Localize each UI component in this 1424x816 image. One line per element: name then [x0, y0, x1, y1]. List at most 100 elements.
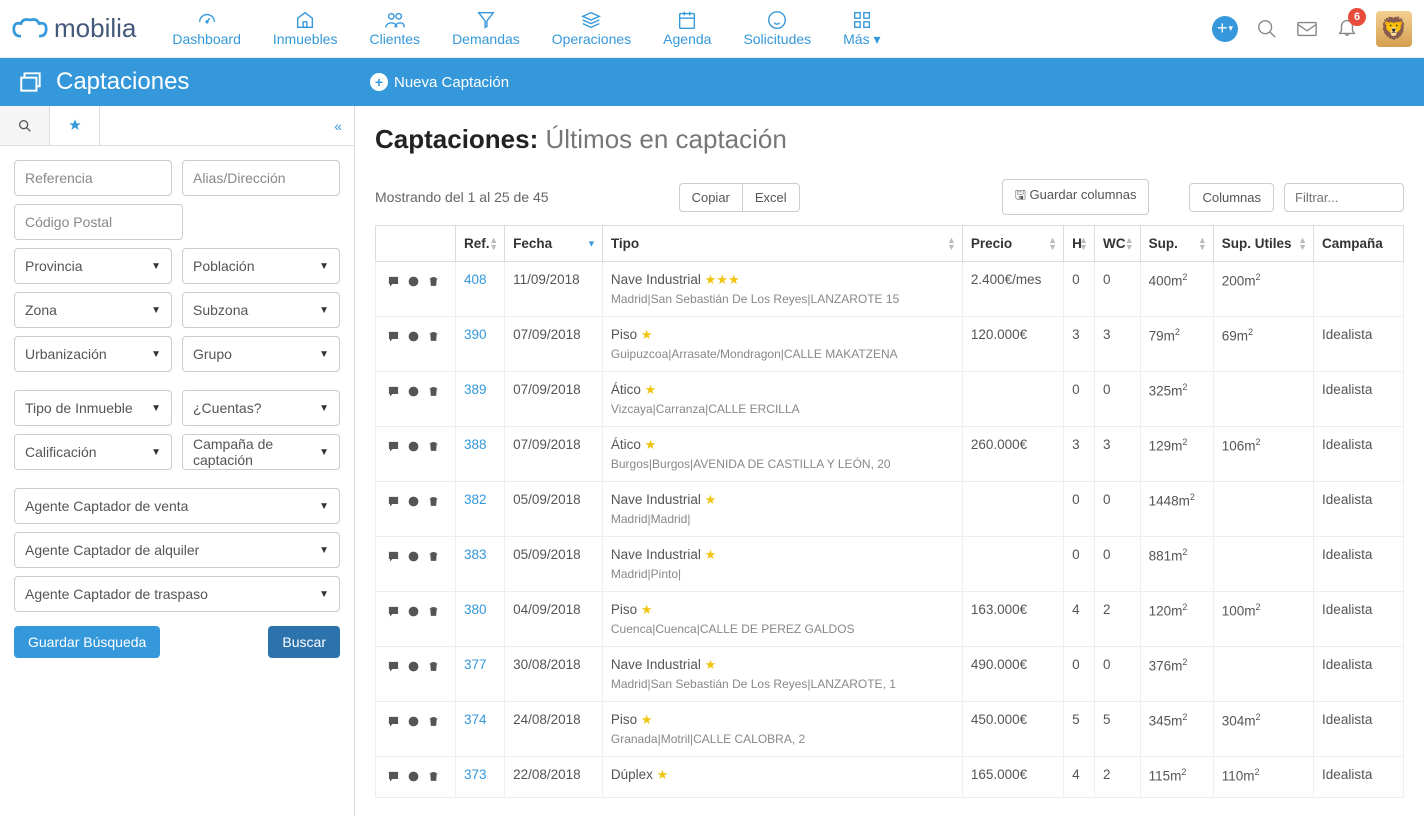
- trash-icon[interactable]: [424, 272, 442, 290]
- tab-search[interactable]: [0, 106, 50, 145]
- trash-icon[interactable]: [424, 602, 442, 620]
- nav-dashboard[interactable]: Dashboard: [156, 3, 257, 54]
- alias-input[interactable]: [182, 160, 340, 196]
- poblacion-select[interactable]: Población▼: [182, 248, 340, 284]
- referencia-input[interactable]: [14, 160, 172, 196]
- provincia-select[interactable]: Provincia▼: [14, 248, 172, 284]
- fecha-cell: 30/08/2018: [505, 647, 603, 702]
- sup-cell: 376m2: [1140, 647, 1213, 702]
- comment-icon[interactable]: [384, 602, 402, 620]
- wc-cell: 0: [1094, 372, 1140, 427]
- notifications[interactable]: 6: [1336, 16, 1358, 41]
- clock-icon[interactable]: [404, 767, 422, 785]
- nav-inmuebles[interactable]: Inmuebles: [257, 3, 354, 54]
- comment-icon[interactable]: [384, 437, 402, 455]
- th-suputil[interactable]: Sup. Utiles▲▼: [1213, 226, 1313, 262]
- clock-icon[interactable]: [404, 492, 422, 510]
- copy-button[interactable]: Copiar: [679, 183, 742, 212]
- search-button[interactable]: Buscar: [268, 626, 340, 658]
- clock-icon[interactable]: [404, 657, 422, 675]
- trash-icon[interactable]: [424, 492, 442, 510]
- add-button[interactable]: +▾: [1212, 16, 1238, 42]
- trash-icon[interactable]: [424, 437, 442, 455]
- clock-icon[interactable]: [404, 712, 422, 730]
- nav-solicitudes[interactable]: Solicitudes: [727, 3, 827, 54]
- fecha-cell: 05/09/2018: [505, 537, 603, 592]
- th-h[interactable]: H▲▼: [1064, 226, 1095, 262]
- th-wc[interactable]: WC▲▼: [1094, 226, 1140, 262]
- comment-icon[interactable]: [384, 712, 402, 730]
- subzona-select[interactable]: Subzona▼: [182, 292, 340, 328]
- ref-cell[interactable]: 389: [456, 372, 505, 427]
- h-cell: 4: [1064, 757, 1095, 798]
- campana-select[interactable]: Campaña de captación▼: [182, 434, 340, 470]
- th-fecha[interactable]: Fecha▼: [505, 226, 603, 262]
- ref-cell[interactable]: 373: [456, 757, 505, 798]
- table-row: 37730/08/2018Nave Industrial ★Madrid|San…: [376, 647, 1404, 702]
- clock-icon[interactable]: [404, 382, 422, 400]
- tipo-select[interactable]: Tipo de Inmueble▼: [14, 390, 172, 426]
- clock-icon[interactable]: [404, 547, 422, 565]
- new-capture-button[interactable]: + Nueva Captación: [370, 73, 509, 91]
- comment-icon[interactable]: [384, 382, 402, 400]
- trash-icon[interactable]: [424, 712, 442, 730]
- comment-icon[interactable]: [384, 657, 402, 675]
- ref-cell[interactable]: 383: [456, 537, 505, 592]
- th-precio[interactable]: Precio▲▼: [962, 226, 1063, 262]
- search-icon[interactable]: [1256, 18, 1278, 40]
- comment-icon[interactable]: [384, 767, 402, 785]
- agente-traspaso-select[interactable]: Agente Captador de traspaso▼: [14, 576, 340, 612]
- th-tipo[interactable]: Tipo▲▼: [602, 226, 962, 262]
- cuentas-select[interactable]: ¿Cuentas?▼: [182, 390, 340, 426]
- trash-icon[interactable]: [424, 657, 442, 675]
- nav-demandas[interactable]: Demandas: [436, 3, 536, 54]
- ref-cell[interactable]: 374: [456, 702, 505, 757]
- clock-icon[interactable]: [404, 437, 422, 455]
- cp-input[interactable]: [14, 204, 183, 240]
- clock-icon[interactable]: [404, 272, 422, 290]
- mail-icon[interactable]: [1296, 18, 1318, 40]
- tipo-cell: Dúplex ★: [602, 757, 962, 798]
- trash-icon[interactable]: [424, 547, 442, 565]
- th-sup[interactable]: Sup.▲▼: [1140, 226, 1213, 262]
- trash-icon[interactable]: [424, 767, 442, 785]
- ref-cell[interactable]: 380: [456, 592, 505, 647]
- save-search-button[interactable]: Guardar Búsqueda: [14, 626, 160, 658]
- filter-input[interactable]: [1284, 183, 1404, 212]
- ref-cell[interactable]: 390: [456, 317, 505, 372]
- trash-icon[interactable]: [424, 382, 442, 400]
- comment-icon[interactable]: [384, 272, 402, 290]
- logo[interactable]: mobilia: [12, 13, 136, 44]
- comment-icon[interactable]: [384, 547, 402, 565]
- calificacion-select[interactable]: Calificación▼: [14, 434, 172, 470]
- trash-icon[interactable]: [424, 327, 442, 345]
- nav-agenda[interactable]: Agenda: [647, 3, 727, 54]
- urbanizacion-select[interactable]: Urbanización▼: [14, 336, 172, 372]
- table-row: 39007/09/2018Piso ★Guipuzcoa|Arrasate/Mo…: [376, 317, 1404, 372]
- sup-cell: 120m2: [1140, 592, 1213, 647]
- clock-icon[interactable]: [404, 602, 422, 620]
- ref-cell[interactable]: 382: [456, 482, 505, 537]
- ref-cell[interactable]: 388: [456, 427, 505, 482]
- collapse-sidebar[interactable]: «: [322, 118, 354, 134]
- agente-alquiler-select[interactable]: Agente Captador de alquiler▼: [14, 532, 340, 568]
- nav-operaciones[interactable]: Operaciones: [536, 3, 647, 54]
- save-columns-button[interactable]: 🖫 Guardar columnas: [1002, 179, 1150, 215]
- agente-venta-select[interactable]: Agente Captador de venta▼: [14, 488, 340, 524]
- avatar[interactable]: 🦁: [1376, 11, 1412, 47]
- clock-icon[interactable]: [404, 327, 422, 345]
- comment-icon[interactable]: [384, 327, 402, 345]
- nav-más[interactable]: Más ▾: [827, 3, 896, 54]
- comment-icon[interactable]: [384, 492, 402, 510]
- th-ref[interactable]: Ref.▲▼: [456, 226, 505, 262]
- grupo-select[interactable]: Grupo▼: [182, 336, 340, 372]
- tab-favorites[interactable]: [50, 106, 100, 145]
- columns-button[interactable]: Columnas: [1189, 183, 1274, 212]
- ref-cell[interactable]: 408: [456, 262, 505, 317]
- nav-clientes[interactable]: Clientes: [353, 3, 436, 54]
- excel-button[interactable]: Excel: [742, 183, 800, 212]
- ref-cell[interactable]: 377: [456, 647, 505, 702]
- wc-cell: 0: [1094, 262, 1140, 317]
- th-campana[interactable]: Campaña: [1314, 226, 1404, 262]
- zona-select[interactable]: Zona▼: [14, 292, 172, 328]
